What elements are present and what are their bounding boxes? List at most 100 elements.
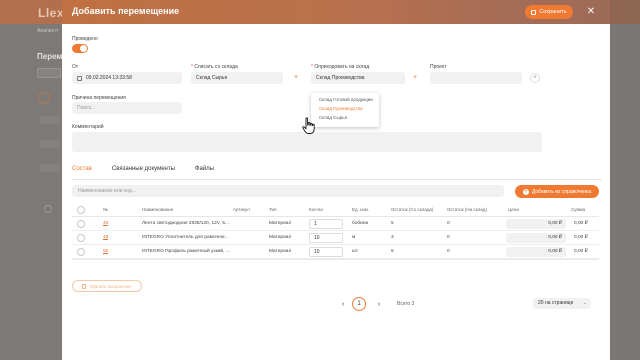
- row-unit: бобина: [352, 221, 369, 226]
- col-header-sum: Сумма: [571, 207, 586, 212]
- col-header-qty: Кол-во: [309, 207, 323, 212]
- items-search-input[interactable]: Наименование или код...: [72, 185, 504, 197]
- close-icon[interactable]: ✕: [584, 5, 598, 19]
- background-circle: [38, 92, 50, 104]
- row-sum: 0,00 ₽: [574, 235, 588, 240]
- row-name: INTEGRO Профиль рамочный узкий, ...: [142, 249, 230, 254]
- row-type: Материал: [269, 221, 292, 226]
- prev-page-button[interactable]: ‹: [338, 300, 348, 310]
- row-price-input[interactable]: 0,00 ₽: [506, 219, 566, 229]
- row-stock-from: 5: [391, 249, 394, 254]
- col-header-number: №: [103, 207, 108, 212]
- row-checkbox[interactable]: [77, 220, 85, 228]
- tab-files[interactable]: Файлы: [195, 166, 214, 178]
- row-number-link[interactable]: 48: [103, 231, 108, 245]
- receive-label: * Оприходовать на склад: [311, 64, 369, 70]
- row-price-input[interactable]: 0,00 ₽: [506, 247, 566, 257]
- table-header: № Наименование Артикул Тип Кол-во Ед. из…: [72, 203, 599, 217]
- posted-toggle[interactable]: [72, 44, 88, 53]
- dropdown-option[interactable]: Склад Готовой продукции: [311, 95, 379, 104]
- col-header-type: Тип: [269, 207, 277, 212]
- table-scrollbar[interactable]: [72, 259, 599, 260]
- modal-header: Добавить перемещение Сохранить ✕: [62, 0, 610, 24]
- add-receive-warehouse-button[interactable]: +: [410, 73, 420, 83]
- row-unit: шт: [352, 249, 359, 254]
- delete-selected-button[interactable]: Удалить выбранные: [72, 280, 142, 292]
- col-header-article: Артикул: [233, 207, 250, 212]
- background-logo: Llex: [38, 6, 65, 20]
- select-all-checkbox[interactable]: [77, 206, 85, 214]
- row-checkbox[interactable]: [77, 248, 85, 256]
- required-mark: *: [191, 64, 193, 70]
- write-off-warehouse-select[interactable]: Склад Сырья: [191, 72, 283, 84]
- row-qty-input[interactable]: 10: [309, 247, 343, 257]
- hand-cursor-icon: [302, 117, 315, 134]
- receive-label-text: Оприходовать на склад: [314, 64, 370, 70]
- add-from-catalog-button[interactable]: + Добавить из справочника: [515, 185, 599, 198]
- row-qty-input[interactable]: 10: [309, 233, 343, 243]
- table-row[interactable]: 46 Лента светодиодная 2835/120, 12V, 5..…: [72, 217, 599, 231]
- row-qty-input[interactable]: 1: [309, 219, 343, 229]
- row-stock-to: 0: [447, 235, 450, 240]
- row-stock-from: 5: [391, 221, 394, 226]
- write-off-label-text: Списать со склада: [194, 64, 238, 70]
- row-checkbox[interactable]: [77, 234, 85, 242]
- row-stock-from: 3: [391, 235, 394, 240]
- add-project-button[interactable]: +: [530, 73, 540, 83]
- calendar-icon: [77, 75, 82, 81]
- background-row: [40, 140, 60, 148]
- per-page-value: 20 на странице: [538, 300, 574, 306]
- modal-title: Добавить перемещение: [72, 6, 180, 16]
- dropdown-option[interactable]: Склад Сырья: [311, 113, 379, 122]
- project-select[interactable]: [430, 72, 522, 84]
- row-stock-to: 0: [447, 221, 450, 226]
- row-name: Лента светодиодная 2835/120, 12V, 5...: [142, 221, 229, 226]
- save-button[interactable]: Сохранить: [525, 5, 573, 19]
- table-row[interactable]: 50 INTEGRO Профиль рамочный узкий, ... М…: [72, 245, 599, 259]
- required-mark: *: [311, 64, 313, 70]
- per-page-select[interactable]: 20 на странице ⌄: [533, 298, 591, 309]
- col-header-unit: Ед. изм.: [352, 207, 370, 212]
- from-label: От: [72, 64, 79, 70]
- date-field[interactable]: 09.02.2024 13:33:58: [72, 72, 182, 84]
- receive-warehouse-select[interactable]: Склад Производства: [311, 72, 405, 84]
- total-count: Всего 3: [397, 301, 415, 307]
- add-from-catalog-label: Добавить из справочника: [531, 188, 592, 195]
- delete-selected-label: Удалить выбранные: [89, 283, 132, 289]
- background-page-title: Перем: [37, 52, 63, 61]
- tab-related-documents[interactable]: Связанные документы: [112, 166, 175, 178]
- next-page-button[interactable]: ›: [374, 300, 384, 310]
- date-value: 09.02.2024 13:33:58: [86, 75, 132, 81]
- dropdown-option-selected[interactable]: Склад Производства: [311, 104, 379, 113]
- write-off-label: * Списать со склада: [191, 64, 238, 70]
- warehouse-dropdown: Склад Готовой продукции Склад Производст…: [311, 93, 379, 127]
- background-breadcrumb: Анализ п: [37, 28, 58, 34]
- row-number-link[interactable]: 50: [103, 245, 108, 259]
- items-table: № Наименование Артикул Тип Кол-во Ед. из…: [72, 203, 599, 259]
- row-number-link[interactable]: 46: [103, 217, 108, 231]
- background-filter: [37, 68, 61, 78]
- posted-label: Проведено: [72, 36, 98, 42]
- comment-textarea[interactable]: [72, 132, 542, 152]
- current-page-button[interactable]: 1: [352, 297, 366, 311]
- col-header-stock-to: Остаток (На склад): [447, 207, 487, 212]
- plus-icon: +: [522, 188, 529, 195]
- tab-composition[interactable]: Состав: [72, 166, 92, 180]
- background-pager: [44, 205, 52, 213]
- background-row: [40, 164, 60, 172]
- row-stock-to: 0: [447, 249, 450, 254]
- add-write-off-warehouse-button[interactable]: +: [291, 73, 301, 83]
- write-off-value: Склад Сырья: [196, 75, 228, 81]
- col-header-price: Цена: [508, 207, 519, 212]
- row-unit: м: [352, 235, 356, 240]
- col-header-name: Наименование: [142, 207, 174, 212]
- row-price-input[interactable]: 0,00 ₽: [506, 233, 566, 243]
- table-row[interactable]: 48 INTEGRO Уплотнитель для рамочног... М…: [72, 231, 599, 245]
- col-header-stock-from: Остаток (Со склада): [391, 207, 434, 212]
- project-label: Проект: [430, 64, 447, 70]
- comment-label: Комментарий: [72, 124, 104, 130]
- reason-input[interactable]: Поиск...: [72, 102, 182, 114]
- row-sum: 0,00 ₽: [574, 221, 588, 226]
- reason-label: Причина перемещения: [72, 95, 126, 101]
- receive-value: Склад Производства: [316, 75, 365, 81]
